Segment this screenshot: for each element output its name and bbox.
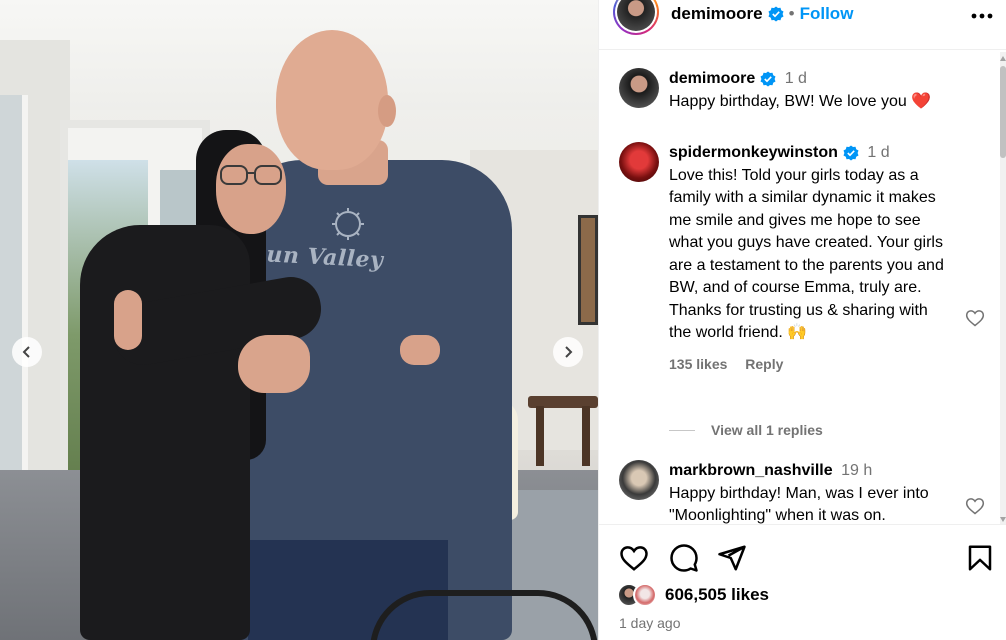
man-head <box>276 30 388 170</box>
man-hand <box>238 335 310 393</box>
comment-username[interactable]: markbrown_nashville <box>669 460 833 483</box>
more-options-button[interactable] <box>971 2 993 25</box>
save-bookmark-icon[interactable] <box>965 543 995 573</box>
like-comment-heart-icon[interactable] <box>965 308 985 328</box>
comment-username[interactable]: spidermonkeywinston <box>669 142 859 165</box>
comment-text: Happy birthday! Man, was I ever into "Mo… <box>669 484 929 525</box>
carousel-next-button[interactable] <box>553 337 583 367</box>
likes-count[interactable]: 606,505 likes <box>665 585 769 605</box>
eyeglasses <box>220 165 282 185</box>
post-actions: 606,505 likes 1 day ago <box>599 524 1006 640</box>
comment-text: Love this! Told your girls today as a fa… <box>669 166 944 342</box>
comment-icon[interactable] <box>669 543 699 573</box>
carousel-prev-button[interactable] <box>12 337 42 367</box>
like-heart-icon[interactable] <box>619 543 649 573</box>
chevron-left-icon <box>22 346 30 358</box>
table-leg <box>536 406 544 466</box>
verified-badge-icon <box>760 71 776 87</box>
woman-face <box>216 144 286 234</box>
post-photo: Sun Valley <box>0 0 598 640</box>
post-header: demimoore • Follow <box>599 0 1006 50</box>
avatar <box>617 0 655 31</box>
comment-time[interactable]: 1 d <box>785 70 807 87</box>
woman-hand <box>114 290 142 350</box>
avatar[interactable] <box>619 68 659 108</box>
chevron-right-icon <box>565 346 573 358</box>
scrollbar-thumb[interactable] <box>1000 66 1006 158</box>
header-username[interactable]: demimoore <box>671 4 763 24</box>
follow-button[interactable]: Follow <box>800 4 854 24</box>
verified-badge-icon <box>843 145 859 161</box>
like-comment-heart-icon[interactable] <box>965 496 985 516</box>
reply-button[interactable]: Reply <box>745 356 783 372</box>
share-send-icon[interactable] <box>717 543 747 573</box>
comment-likes-count[interactable]: 135 likes <box>669 356 727 372</box>
comment-time[interactable]: 1 d <box>867 144 889 161</box>
post-timestamp[interactable]: 1 day ago <box>619 615 681 631</box>
view-replies-label: View all 1 replies <box>711 422 823 438</box>
view-replies-button[interactable]: View all 1 replies <box>669 422 823 438</box>
wall-picture <box>578 215 598 325</box>
avatar[interactable] <box>619 460 659 500</box>
comment-meta: 135 likes Reply <box>669 353 949 376</box>
story-ring-avatar[interactable] <box>613 0 659 35</box>
replies-divider <box>669 429 695 431</box>
separator-dot: • <box>788 4 795 23</box>
woman-hand-back <box>400 335 440 365</box>
comment-time[interactable]: 19 h <box>841 462 872 479</box>
comment-text: Happy birthday, BW! We love you ❤️ <box>669 92 932 110</box>
header-user: demimoore • Follow <box>671 4 853 24</box>
verified-badge-icon <box>768 6 784 22</box>
scroll-up-arrow-icon[interactable] <box>1000 56 1006 61</box>
likes-row: 606,505 likes <box>617 583 769 607</box>
comments-list: demimoore 1 d Happy birthday, BW! We lov… <box>599 52 1003 524</box>
scroll-down-arrow-icon[interactable] <box>1000 517 1006 522</box>
post-side-panel: demimoore • Follow demimoore 1 d Happy b… <box>598 0 1006 640</box>
man-ear <box>378 95 396 127</box>
chair-railing <box>370 590 598 640</box>
more-horizontal-icon <box>971 13 993 19</box>
comment-username[interactable]: demimoore <box>669 68 776 91</box>
liker-avatar[interactable] <box>633 583 657 607</box>
avatar[interactable] <box>619 142 659 182</box>
table-leg <box>582 406 590 466</box>
